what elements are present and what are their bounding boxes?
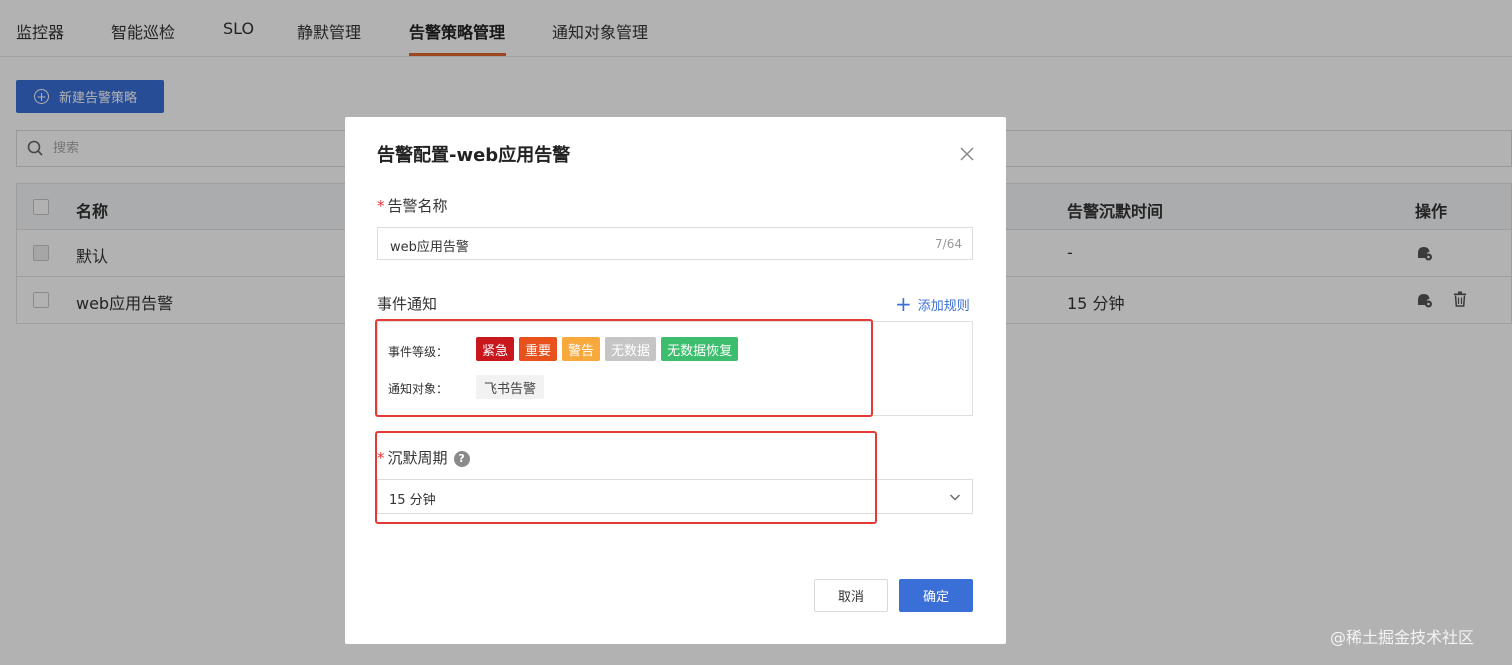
silence-period-value: 15 分钟	[389, 493, 436, 508]
event-level-label: 事件等级：	[388, 345, 449, 359]
alert-name-value: web应用告警	[390, 240, 469, 255]
confirm-button[interactable]: 确定	[899, 579, 973, 612]
silence-period-select[interactable]: 15 分钟	[377, 479, 973, 514]
level-tag-critical: 紧急	[476, 337, 515, 361]
level-tag-no-data-recovery: 无数据恢复	[661, 337, 739, 361]
alert-name-label: * 告警名称	[377, 197, 448, 215]
event-notify-label: 事件通知	[377, 295, 438, 313]
silence-period-label: * 沉默周期?	[377, 447, 470, 468]
cancel-button[interactable]: 取消	[814, 579, 888, 612]
level-tag-no-data: 无数据	[605, 337, 657, 361]
watermark: @稀土掘金技术社区	[1330, 628, 1475, 647]
level-tag-warning: 警告	[562, 337, 601, 361]
notify-target-label: 通知对象：	[388, 382, 449, 396]
level-tag-important: 重要	[519, 337, 558, 361]
required-mark: *	[377, 197, 385, 215]
alert-name-field[interactable]: web应用告警 7/64	[377, 227, 973, 260]
close-icon[interactable]	[957, 144, 977, 164]
plus-icon: +	[895, 292, 912, 316]
help-icon[interactable]: ?	[453, 450, 470, 467]
event-level-tags: 紧急 重要 警告 无数据 无数据恢复	[476, 337, 739, 361]
add-rule-button[interactable]: + 添加规则	[895, 294, 970, 314]
required-mark: *	[377, 449, 385, 467]
char-counter: 7/64	[935, 237, 962, 251]
alert-config-dialog: 告警配置-web应用告警 * 告警名称 web应用告警 7/64 事件通知 + 添…	[345, 117, 1006, 644]
notify-target-tag: 飞书告警	[476, 375, 545, 399]
notify-rule-box: 事件等级： 紧急 重要 警告 无数据 无数据恢复 通知对象： 飞书告警	[377, 321, 973, 416]
dialog-title: 告警配置-web应用告警	[377, 145, 571, 166]
chevron-down-icon	[950, 494, 960, 501]
add-rule-label: 添加规则	[917, 298, 970, 314]
